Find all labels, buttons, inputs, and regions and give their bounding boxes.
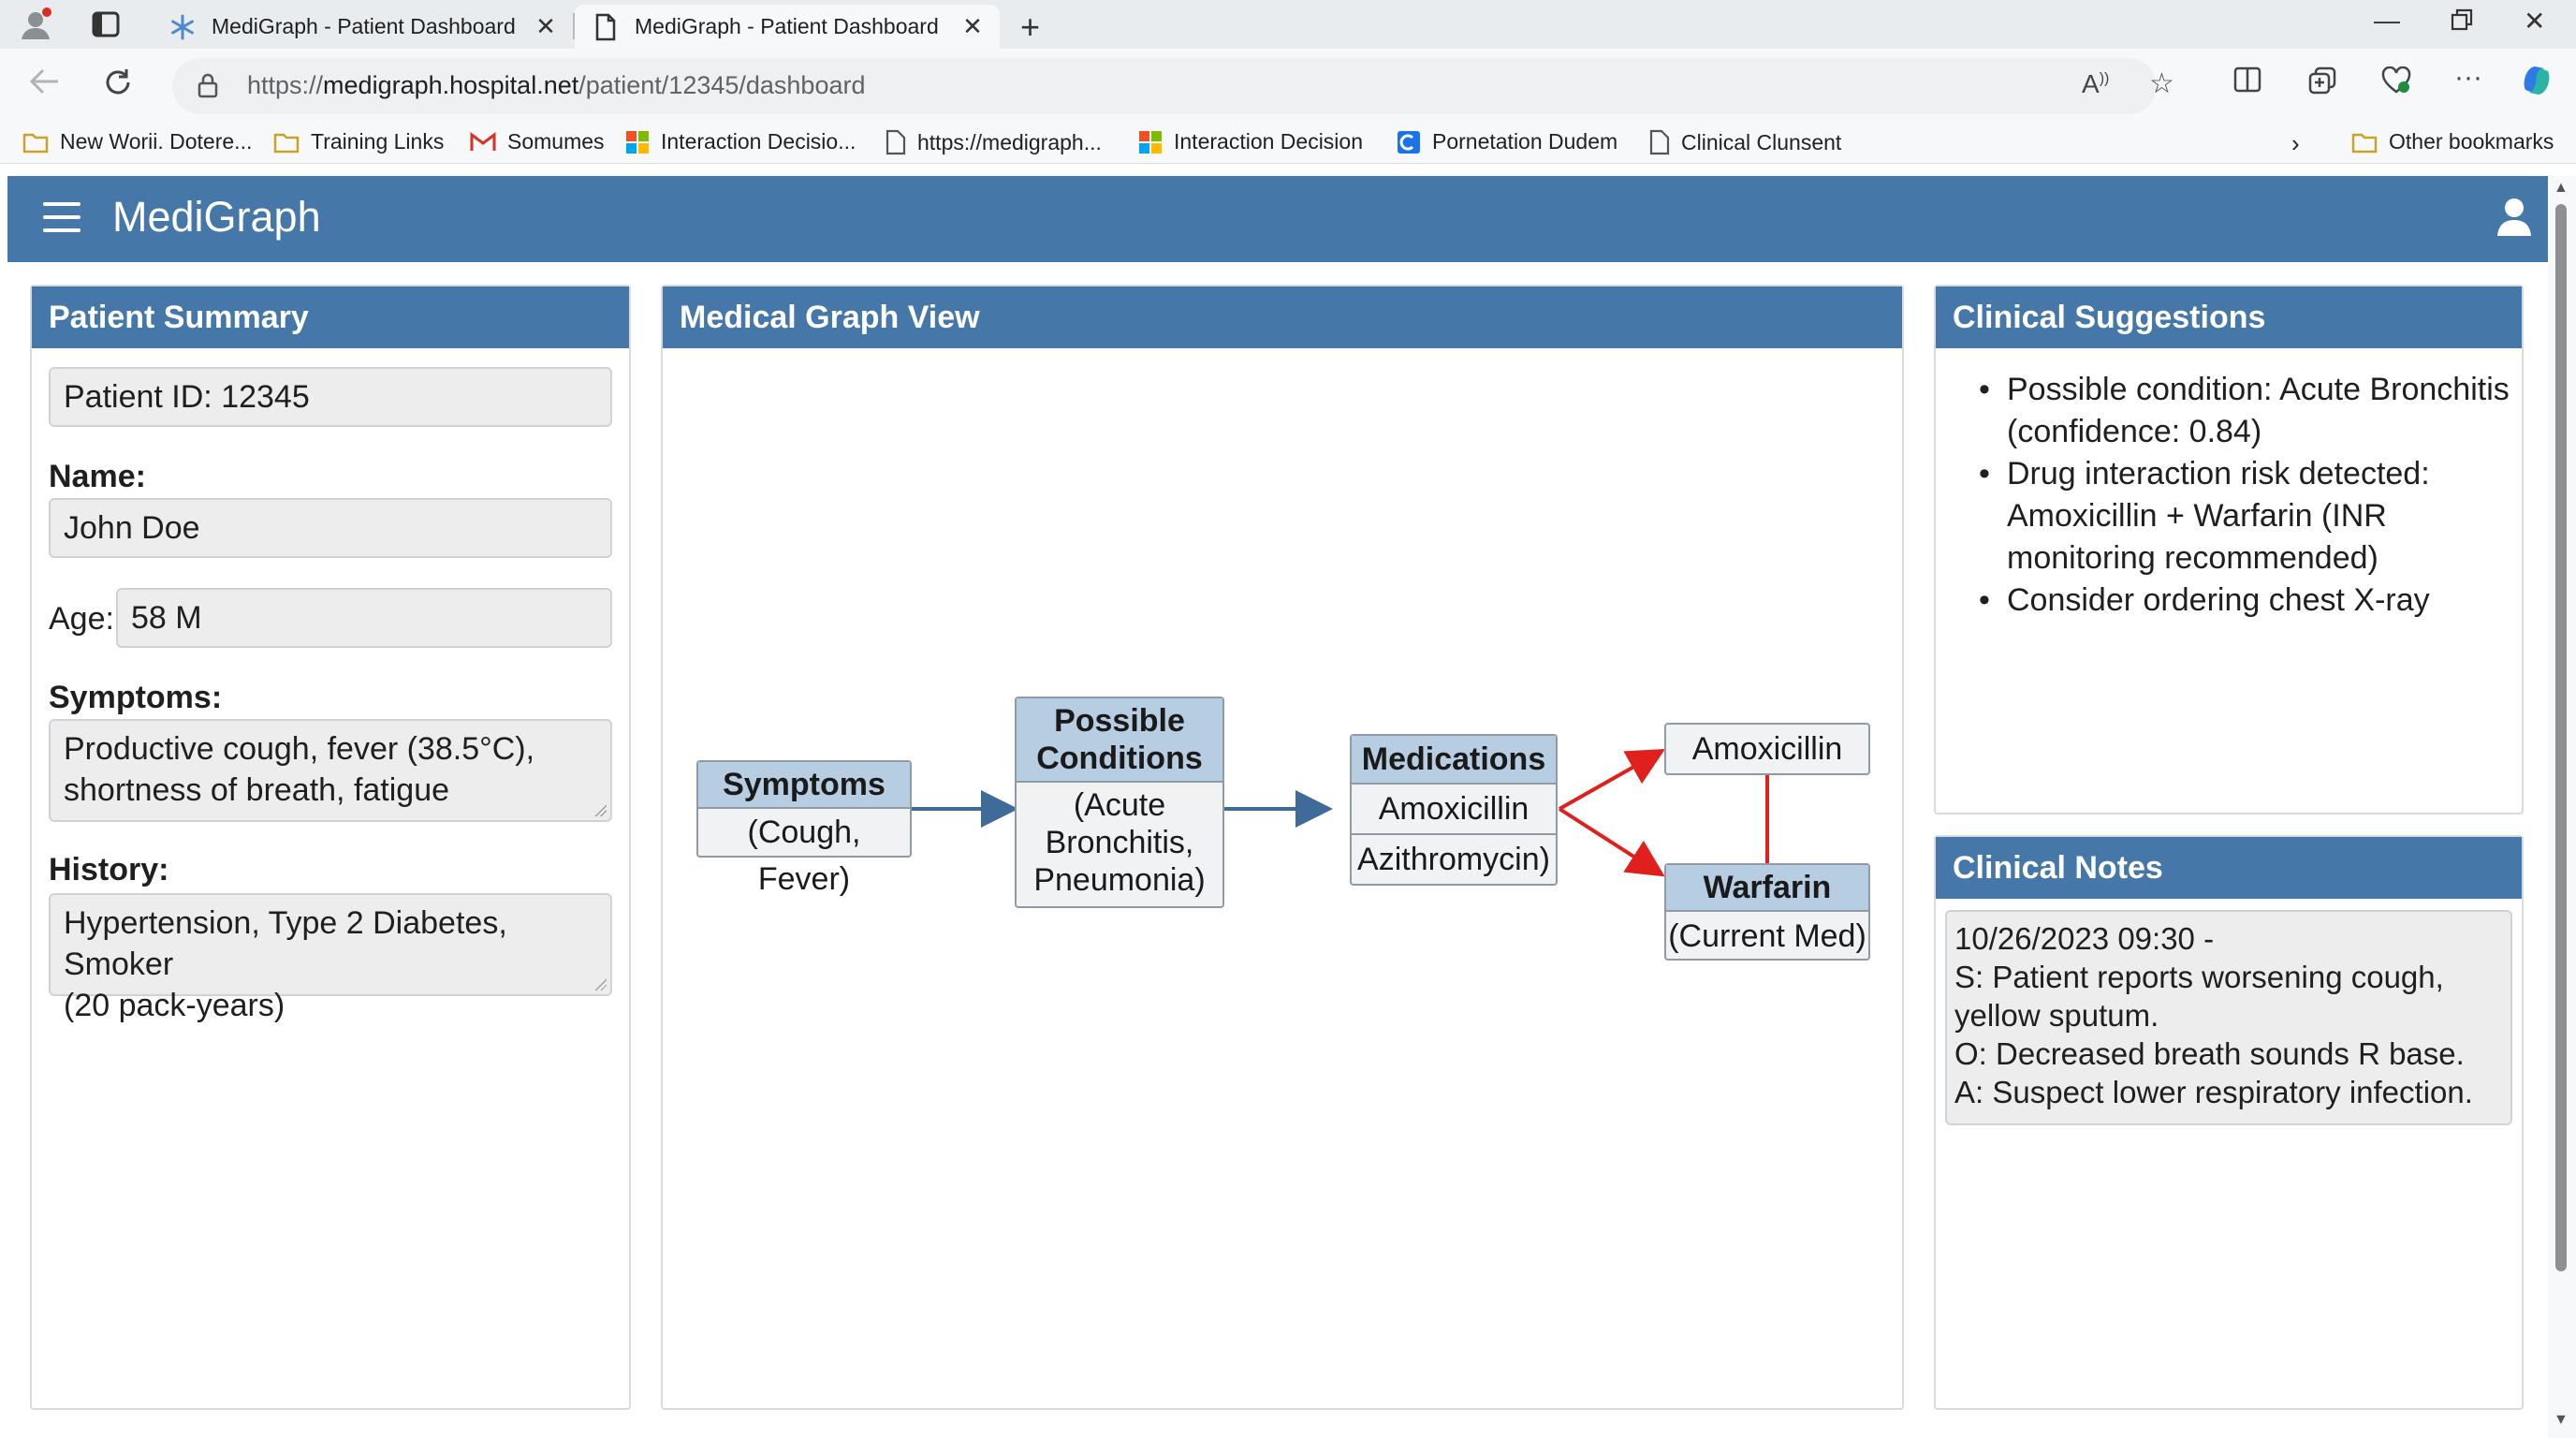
browser-essentials-icon[interactable] — [2381, 66, 2411, 102]
suggestions-list: Possible condition: Acute Bronchitis (co… — [1979, 369, 2512, 622]
page-icon — [886, 129, 906, 155]
list-item: Drug interaction risk detected: Amoxicil… — [1979, 453, 2512, 580]
read-aloud-icon[interactable]: A)) — [2082, 69, 2109, 99]
bookmark-item[interactable]: https://medigraph... — [886, 129, 1102, 155]
user-account-icon[interactable] — [2496, 197, 2533, 242]
page-icon — [592, 13, 620, 41]
edge-medications-warfarin — [1558, 807, 1665, 877]
clinical-notes-panel: Clinical Notes 10/26/2023 09:30 - S: Pat… — [1934, 835, 2524, 1410]
panel-title: Patient Summary — [32, 286, 629, 348]
clinical-suggestions-panel: Clinical Suggestions Possible condition:… — [1934, 285, 2524, 814]
history-textarea[interactable]: Hypertension, Type 2 Diabetes, Smoker (2… — [49, 893, 612, 1023]
symptoms-line: shortness of breath, fatigue — [64, 772, 450, 808]
page-icon — [1649, 129, 1670, 155]
bookmark-item[interactable]: Interaction Decision — [1138, 129, 1363, 154]
age-field[interactable]: 58 M — [116, 588, 612, 648]
tab-title: MediGraph - Patient Dashboard — [635, 14, 939, 38]
note-line: A: Suspect lower respiratory infection. — [1954, 1075, 2473, 1109]
bookmark-item[interactable]: Training Links — [273, 129, 444, 154]
scroll-down-icon[interactable]: ▼ — [2554, 1412, 2569, 1429]
note-line: O: Decreased breath sounds R base. — [1954, 1036, 2465, 1071]
vertical-tabs-icon[interactable] — [92, 11, 120, 42]
history-label: History: — [49, 852, 169, 888]
symptoms-label: Symptoms: — [49, 680, 223, 715]
list-item: Consider ordering chest X-ray — [1979, 580, 2512, 622]
note-line: 10/26/2023 09:30 - — [1954, 921, 2215, 956]
edge-medications-amoxicillin — [1559, 749, 1665, 811]
bookmark-item[interactable]: Somumes — [470, 129, 605, 154]
snowflake-icon — [168, 14, 197, 40]
folder-icon — [273, 131, 300, 154]
page-scrollbar[interactable]: ▲ ▼ — [2548, 176, 2576, 1438]
age-label: Age: — [49, 601, 114, 637]
close-tab-icon[interactable]: ✕ — [959, 12, 987, 41]
address-toolbar: https://medigraph.hospital.net/patient/1… — [0, 49, 2576, 125]
folder-icon — [2351, 131, 2378, 154]
reload-icon[interactable] — [103, 67, 133, 106]
bookmark-item[interactable]: Interaction Decisio... — [625, 129, 856, 154]
notes-textarea[interactable]: 10/26/2023 09:30 - S: Patient reports wo… — [1945, 910, 2512, 1125]
name-label: Name: — [49, 459, 146, 494]
patient-summary-panel: Patient Summary Patient ID: 12345 Name: … — [30, 285, 631, 1410]
close-tab-icon[interactable]: ✕ — [532, 12, 560, 41]
split-screen-icon[interactable] — [2233, 66, 2261, 100]
copilot-icon[interactable] — [2518, 62, 2555, 107]
bookmarks-bar: New Worii. Dotere... Training Links Somu… — [0, 125, 2576, 164]
gmail-icon — [470, 131, 496, 153]
more-menu-icon[interactable]: ··· — [2454, 62, 2482, 94]
name-field[interactable]: John Doe — [49, 498, 612, 558]
node-possible-conditions[interactable]: Possible Conditions (Acute Bronchitis, P… — [1015, 697, 1224, 908]
symptoms-textarea[interactable]: Productive cough, fever (38.5°C), shortn… — [49, 719, 612, 822]
tab-active[interactable]: MediGraph - Patient Dashboard ✕ — [575, 5, 1000, 49]
tab-inactive[interactable]: MediGraph - Patient Dashboard ✕ — [152, 5, 573, 49]
profile-avatar-icon[interactable] — [19, 7, 52, 46]
address-bar[interactable]: https://medigraph.hospital.net/patient/1… — [172, 58, 2174, 114]
scroll-up-icon[interactable]: ▲ — [2554, 180, 2569, 197]
node-symptoms[interactable]: Symptoms (Cough, Fever) — [696, 760, 912, 897]
chevron-right-icon[interactable]: › — [2291, 129, 2300, 158]
tab-title: MediGraph - Patient Dashboard — [212, 14, 516, 38]
browser-tab-strip: MediGraph - Patient Dashboard ✕ MediGrap… — [0, 0, 2576, 49]
note-line: S: Patient reports worsening cough, — [1954, 960, 2444, 994]
back-icon[interactable] — [28, 67, 60, 104]
app-title: MediGraph — [112, 193, 321, 241]
scrollbar-thumb[interactable] — [2555, 204, 2567, 1271]
bookmark-item[interactable]: Clinical Clunsent — [1649, 129, 1841, 155]
bookmark-item[interactable]: Pornetation Dudem — [1397, 129, 1617, 154]
new-tab-icon[interactable]: + — [1020, 7, 1040, 47]
url-text: https://medigraph.hospital.net/patient/1… — [247, 71, 866, 99]
node-amoxicillin[interactable]: Amoxicillin — [1664, 723, 1870, 775]
resize-handle-icon[interactable] — [593, 803, 607, 816]
history-line: Hypertension, Type 2 Diabetes, Smoker — [64, 905, 507, 982]
history-line: (20 pack-years) — [64, 988, 285, 1023]
node-warfarin[interactable]: Warfarin (Current Med) — [1664, 863, 1870, 961]
resize-handle-icon[interactable] — [593, 977, 607, 990]
restore-icon[interactable] — [2451, 7, 2473, 37]
collections-icon[interactable] — [2308, 66, 2336, 102]
panel-title: Clinical Notes — [1936, 837, 2522, 899]
node-medications[interactable]: Medications Amoxicillin Azithromycin) — [1350, 734, 1558, 886]
minimize-icon[interactable]: — — [2374, 6, 2400, 36]
app-icon — [1397, 130, 1421, 154]
symptoms-line: Productive cough, fever (38.5°C), — [64, 731, 535, 767]
other-bookmarks[interactable]: Other bookmarks — [2351, 129, 2554, 154]
close-window-icon[interactable]: ✕ — [2524, 6, 2545, 37]
list-item: Possible condition: Acute Bronchitis (co… — [1979, 369, 2512, 453]
note-line: yellow sputum. — [1954, 998, 2159, 1033]
folder-icon — [22, 131, 49, 154]
medical-graph-panel: Medical Graph View Symptoms (Cough, Feve… — [661, 285, 1904, 1410]
microsoft-icon — [1138, 130, 1163, 154]
patient-id-field[interactable]: Patient ID: 12345 — [49, 367, 612, 427]
microsoft-icon — [625, 130, 650, 154]
favorite-star-icon[interactable]: ☆ — [2149, 67, 2174, 100]
panel-title: Clinical Suggestions — [1936, 286, 2522, 348]
bookmark-item[interactable]: New Worii. Dotere... — [22, 129, 252, 154]
app-header: MediGraph — [7, 176, 2561, 262]
lock-icon[interactable] — [197, 71, 219, 104]
menu-icon[interactable] — [43, 202, 80, 236]
